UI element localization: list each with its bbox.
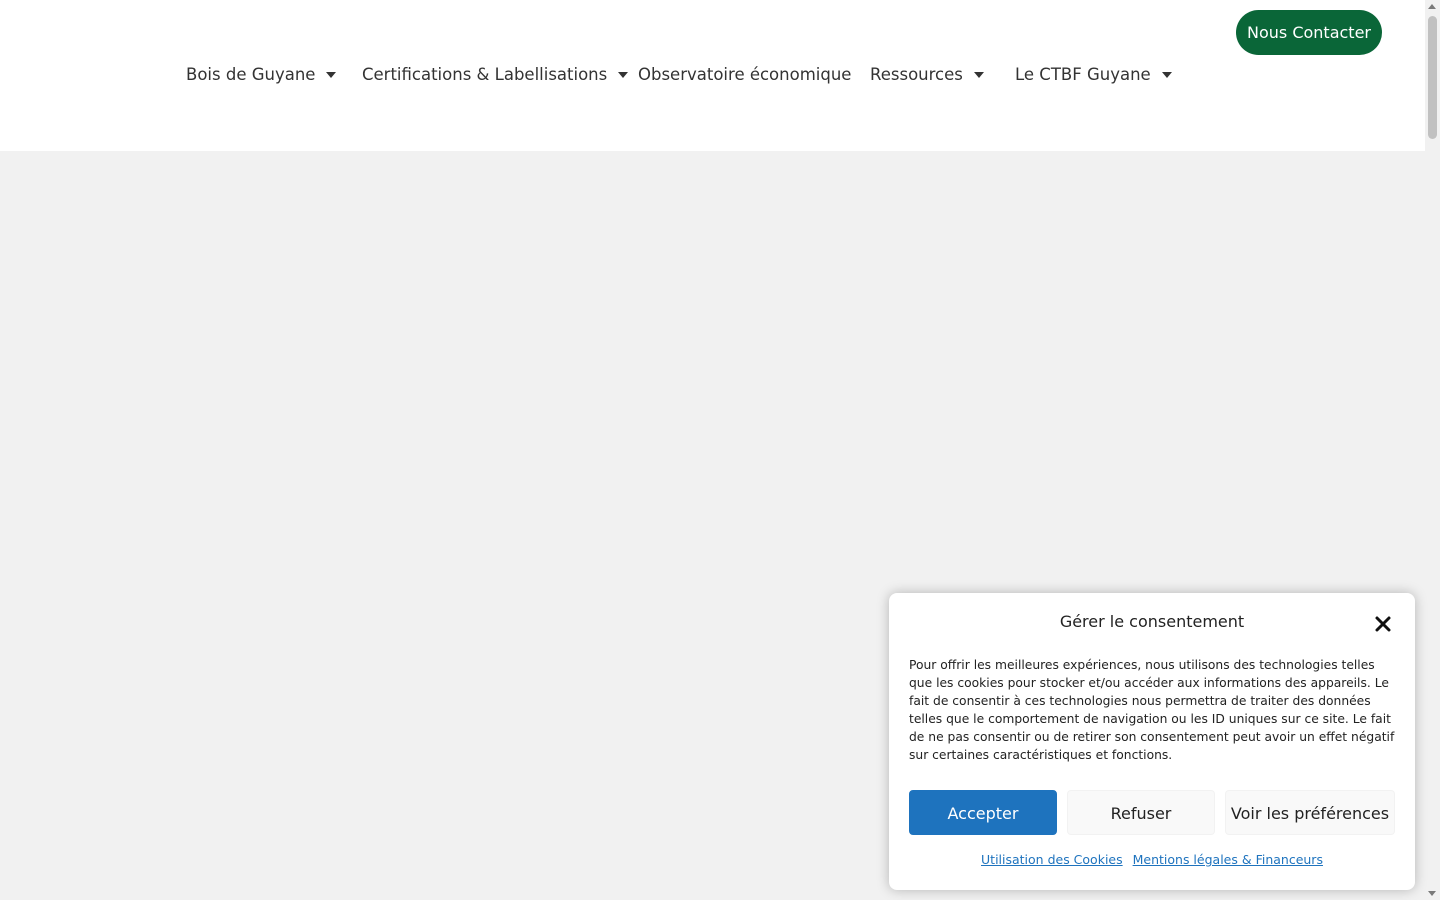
- consent-links: Utilisation des Cookies Mentions légales…: [889, 852, 1415, 867]
- nav-item-observatoire[interactable]: Observatoire économique: [638, 62, 851, 88]
- close-icon[interactable]: [1374, 615, 1392, 633]
- nav-item-ctbf-guyane[interactable]: Le CTBF Guyane: [1015, 62, 1172, 88]
- scroll-up-arrow-icon[interactable]: [1428, 4, 1436, 9]
- accept-button[interactable]: Accepter: [909, 790, 1057, 835]
- nav-item-ressources[interactable]: Ressources: [870, 62, 984, 88]
- refuse-button[interactable]: Refuser: [1067, 790, 1215, 835]
- nav-item-label: Certifications & Labellisations: [362, 65, 608, 84]
- nav-item-certifications[interactable]: Certifications & Labellisations: [362, 62, 629, 88]
- contact-button[interactable]: Nous Contacter: [1236, 10, 1382, 55]
- caret-down-icon: [326, 71, 337, 78]
- legal-notice-link[interactable]: Mentions légales & Financeurs: [1133, 852, 1323, 867]
- nav-item-bois-de-guyane[interactable]: Bois de Guyane: [186, 62, 337, 88]
- site-header: Nous Contacter Bois de Guyane Certificat…: [0, 0, 1425, 151]
- scroll-down-arrow-icon[interactable]: [1428, 891, 1436, 896]
- consent-title: Gérer le consentement: [1059, 612, 1245, 631]
- caret-down-icon: [618, 71, 629, 78]
- nav-item-label: Observatoire économique: [638, 65, 852, 84]
- cookie-consent-dialog: Gérer le consentement Pour offrir les me…: [889, 593, 1415, 890]
- vertical-scrollbar[interactable]: [1425, 0, 1440, 900]
- view-preferences-button[interactable]: Voir les préférences: [1225, 790, 1395, 835]
- consent-description: Pour offrir les meilleures expériences, …: [909, 658, 1395, 762]
- main-nav: Bois de Guyane Certifications & Labellis…: [0, 62, 1425, 88]
- nav-item-label: Le CTBF Guyane: [1015, 65, 1151, 84]
- caret-down-icon: [973, 71, 984, 78]
- nav-item-label: Ressources: [870, 65, 963, 84]
- cookie-policy-link[interactable]: Utilisation des Cookies: [981, 852, 1123, 867]
- caret-down-icon: [1161, 71, 1172, 78]
- nav-item-label: Bois de Guyane: [186, 65, 316, 84]
- scrollbar-thumb[interactable]: [1428, 16, 1437, 139]
